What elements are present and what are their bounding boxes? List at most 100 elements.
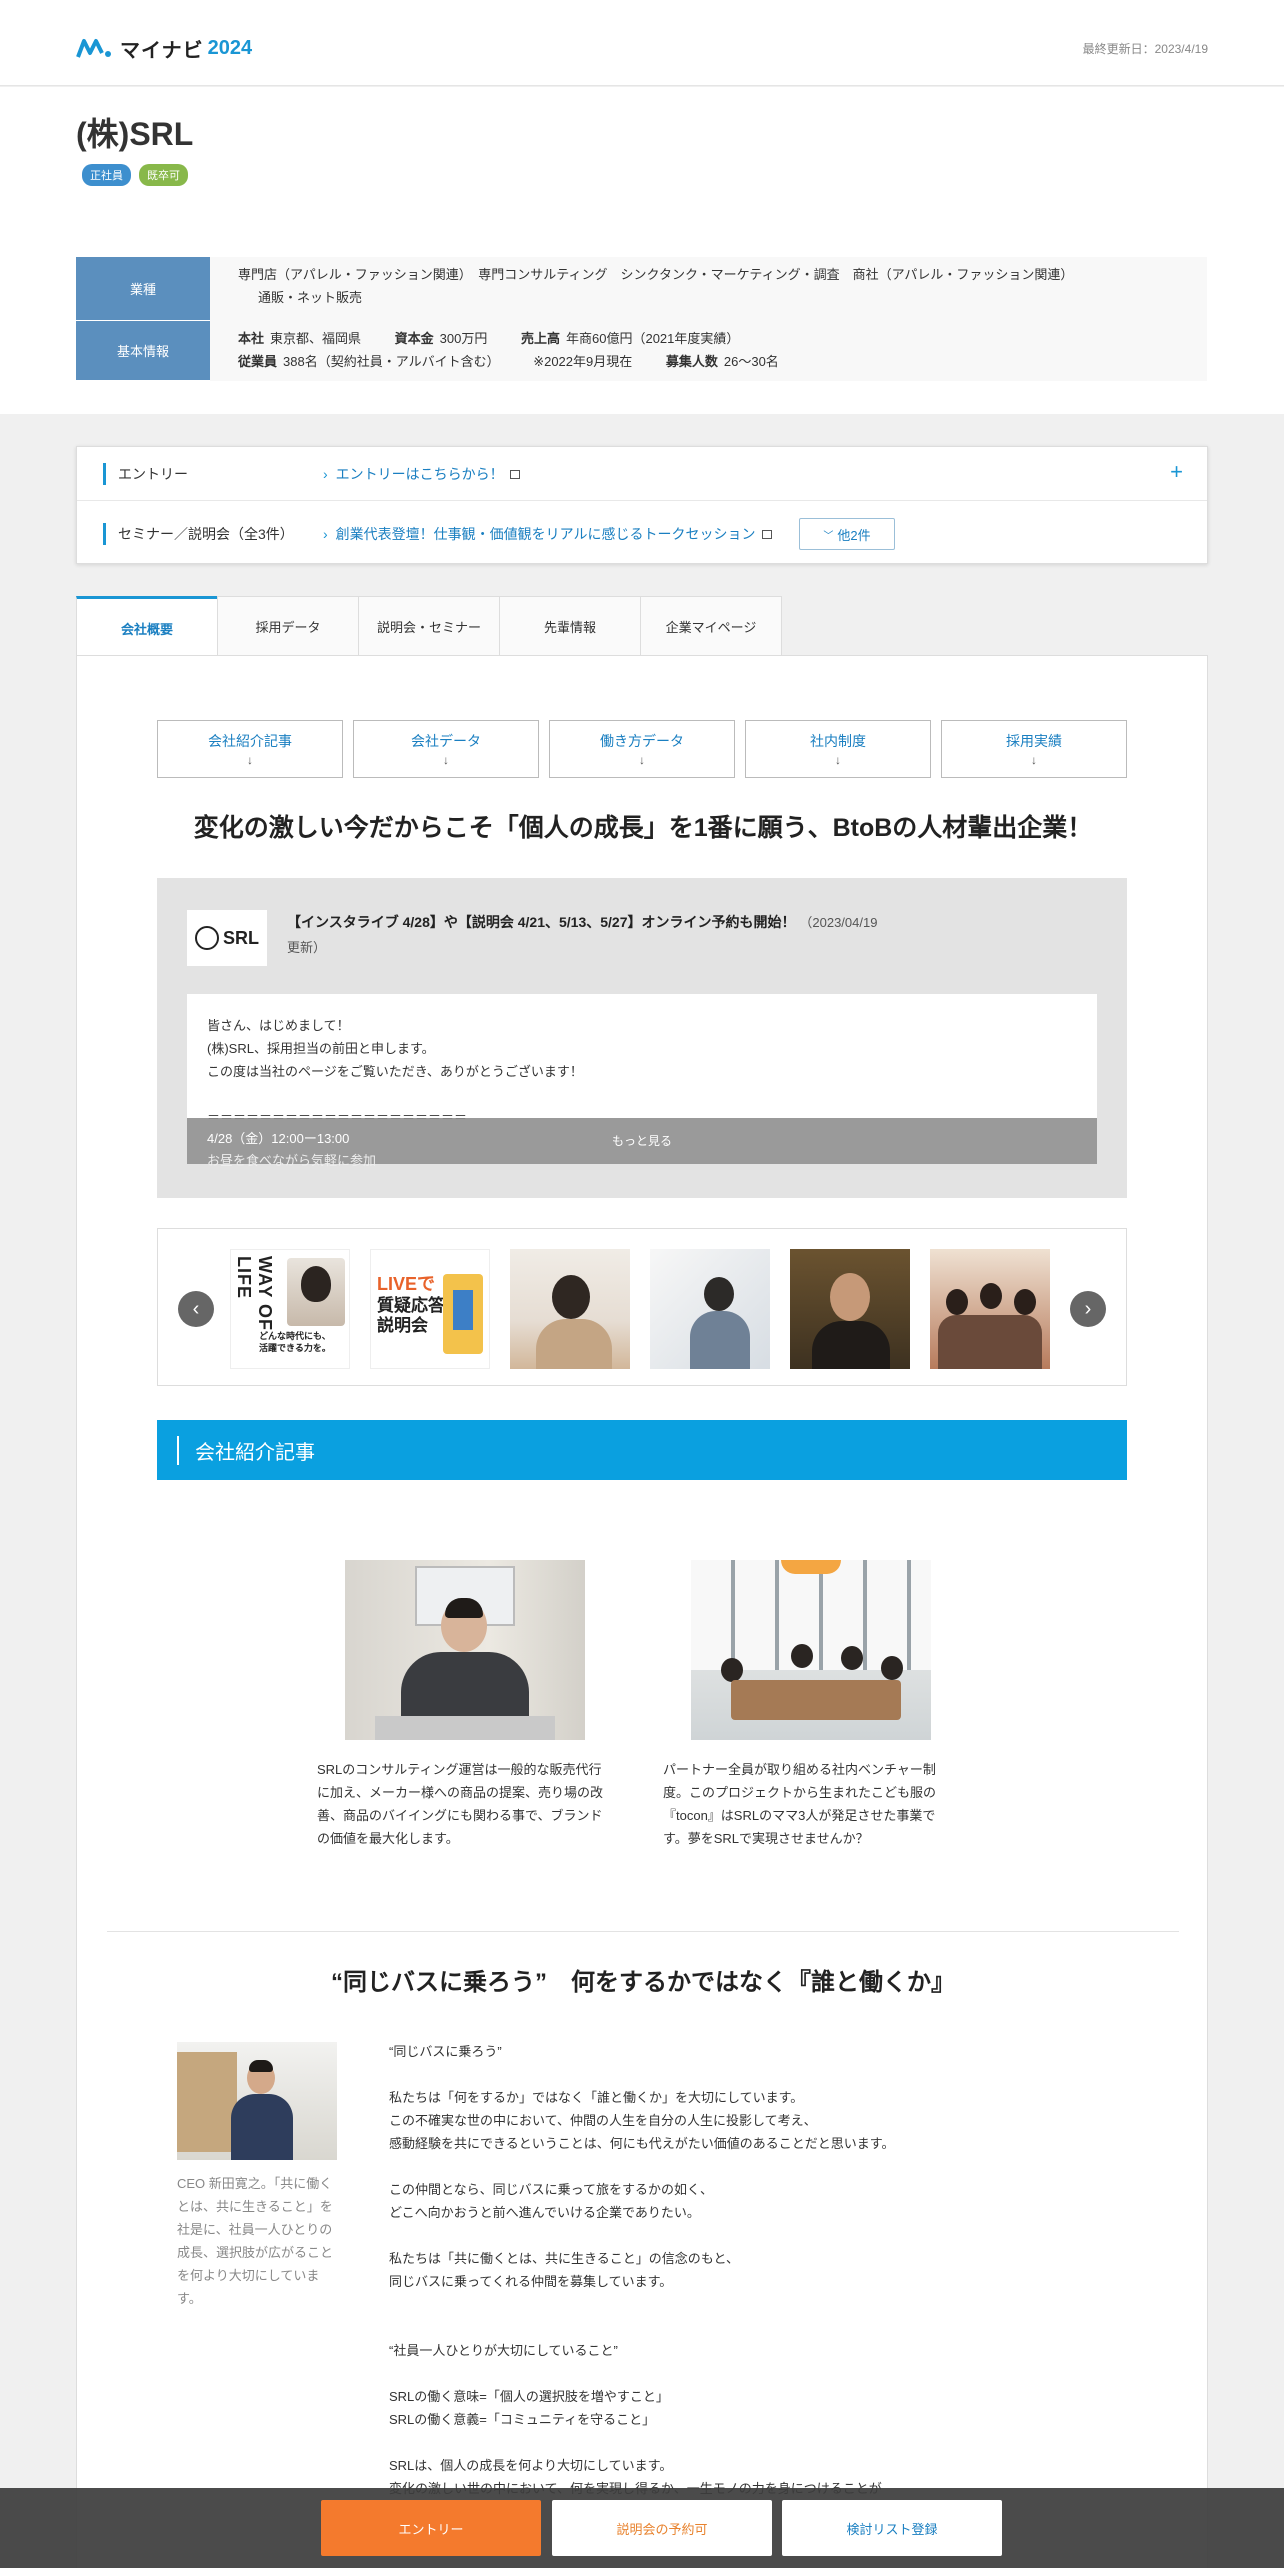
photo-carousel: ‹ WAY OF LIFE どんな時代にも、 活躍できる力を。 LIVEで 質疑応… — [157, 1228, 1127, 1386]
catch-copy: 変化の激しい今だからこそ「個人の成長」を1番に願う、BtoBの人材輩出企業！ — [193, 814, 1093, 842]
carousel-image-staff-smile[interactable] — [510, 1249, 630, 1369]
carousel-images: WAY OF LIFE どんな時代にも、 活躍できる力を。 LIVEで 質疑応答説… — [230, 1249, 1050, 1369]
qa-title-line-1: 質疑応答 — [377, 1296, 445, 1315]
arrow-down-icon: ↓ — [443, 753, 449, 767]
article-text: SRLのコンサルティング運営は一般的な販売代行に加え、メーカー様への商品の提案、… — [317, 1762, 604, 1846]
anchor-label: 働き方データ — [600, 733, 684, 749]
message-line — [389, 2063, 1169, 2086]
badge-list: 正社員 既卒可 — [82, 164, 188, 186]
hiring-value: 26～30名 — [723, 354, 779, 369]
entry-label: エントリー — [103, 462, 188, 485]
hiring-label: 募集人数 — [665, 354, 718, 369]
message-line: “社員一人ひとりが大切にしていること” — [389, 2343, 618, 2358]
tab-recruit-data[interactable]: 採用データ — [217, 596, 359, 656]
arrow-down-icon: ↓ — [247, 753, 253, 767]
message-line — [389, 2155, 1169, 2178]
mynavi-logo[interactable]: マイナビ 2024 — [76, 36, 253, 62]
seminar-reserve-button[interactable]: 説明会の予約可 — [552, 2500, 772, 2556]
carousel-image-way-of-life[interactable]: WAY OF LIFE どんな時代にも、 活躍できる力を。 — [230, 1249, 350, 1369]
anchor-label: 社内制度 — [810, 733, 866, 749]
message-line: どこへ向かおうと前へ進んでいける企業でありたい。 — [389, 2205, 700, 2220]
arrow-down-icon: ↓ — [639, 753, 645, 767]
qa-title: 質疑応答 説明会 — [377, 1296, 445, 1336]
read-more-label: もっと見る — [611, 1134, 672, 1148]
carousel-image-staff-portrait[interactable] — [790, 1249, 910, 1369]
caption-line-2: 活躍できる力を。 — [259, 1343, 331, 1353]
anchor-hiring-results[interactable]: 採用実績 ↓ — [941, 720, 1127, 778]
section-heading-articles: 会社紹介記事 — [157, 1420, 1127, 1480]
qa-title-line-2: 説明会 — [377, 1316, 428, 1335]
srl-logo-text: SRL — [223, 927, 259, 948]
bottom-action-bar: エントリー 説明会の予約可 検討リスト登録 — [0, 2488, 1284, 2568]
anchor-articles[interactable]: 会社紹介記事 ↓ — [157, 720, 343, 778]
message-line: “同じバスに乗ろう” — [389, 2044, 502, 2059]
external-link-icon — [761, 530, 772, 539]
tab-company-mypage[interactable]: 企業マイページ — [640, 596, 782, 656]
seminar-link[interactable]: 創業代表登壇！仕事観・価値観をリアルに感じるトークセッション — [323, 524, 772, 544]
anchor-company-data[interactable]: 会社データ ↓ — [353, 720, 539, 778]
entry-link[interactable]: エントリーはこちらから！ — [323, 464, 520, 484]
carousel-image-live-qa[interactable]: LIVEで 質疑応答 説明会 — [370, 1249, 490, 1369]
more-seminars-button[interactable]: ﹀ 他2件 — [799, 518, 895, 550]
blog-title-text: 【インスタライブ 4/28】や【説明会 4/21、5/13、5/27】オンライン… — [287, 914, 796, 930]
tab-seniors[interactable]: 先輩情報 — [499, 596, 641, 656]
message-line: SRLの働く意義=「コミュニティを守ること」 — [389, 2412, 656, 2427]
industry-row: 業種 専門店（アパレル・ファッション関連） 専門コンサルティング シンクタンク・… — [76, 257, 1207, 321]
hq-value: 東京都、福岡県 — [270, 331, 362, 346]
add-to-list-button[interactable]: 検討リスト登録 — [782, 2500, 1002, 2556]
blog-line: 皆さん、はじめまして！ — [207, 1018, 350, 1033]
entry-button[interactable]: エントリー — [321, 2500, 541, 2556]
chevron-down-icon: ﹀ — [823, 530, 834, 542]
basic-info-line-2: 従業員 388名（契約社員・アルバイト含む） ※2022年9月現在 募集人数 26～… — [238, 350, 1179, 373]
capital-value: 300万円 — [439, 331, 488, 346]
blog-line: (株)SRL、採用担当の前田と申します。 — [207, 1041, 435, 1056]
message-line — [389, 2224, 1169, 2247]
tab-company-overview[interactable]: 会社概要 — [76, 596, 218, 657]
carousel-image-team[interactable] — [930, 1249, 1050, 1369]
live-text: LIVEで — [377, 1274, 436, 1294]
message-line: この不確実な世の中において、仲間の人生を自分の人生に投影して考え、 — [389, 2113, 817, 2128]
anchor-workstyle-data[interactable]: 働き方データ ↓ — [549, 720, 735, 778]
carousel-image-staff-talk[interactable] — [650, 1249, 770, 1369]
blog-fade-line-2: お昼を食べながら気軽に参加 — [207, 1153, 377, 1168]
srl-logo-circle-icon — [195, 926, 219, 950]
article-card[interactable]: パートナー全員が取り組める社内ベンチャー制度。このプロジェクトから生まれたこども… — [663, 1560, 959, 1850]
anchor-benefits[interactable]: 社内制度 ↓ — [745, 720, 931, 778]
entry-row: エントリー エントリーはこちらから！ — [77, 447, 1207, 501]
hq-label: 本社 — [238, 331, 265, 346]
industry-line-2: 通販・ネット販売 — [258, 290, 363, 305]
blog-date: （2023/04/19 — [799, 915, 878, 930]
carousel-next-button[interactable]: › — [1070, 1291, 1106, 1327]
message-line: 同じバスに乗ってくれる仲間を募集しています。 — [389, 2274, 673, 2289]
message-line — [389, 2316, 1169, 2339]
article-card[interactable]: SRLのコンサルティング運営は一般的な販売代行に加え、メーカー様への商品の提案、… — [317, 1560, 613, 1850]
company-overview-panel: 会社紹介記事 ↓ 会社データ ↓ 働き方データ ↓ 社内制度 ↓ 採用実績 ↓ 変化の激し… — [76, 655, 1208, 2568]
blog-date-suffix: 更新） — [287, 940, 327, 955]
entry-link-text: エントリーはこちらから！ — [335, 465, 504, 482]
tab-bar: 会社概要 採用データ 説明会・セミナー 先輩情報 企業マイページ — [76, 596, 782, 657]
message-line: この仲間となら、同じバスに乗って旅をするかの如く、 — [389, 2182, 713, 2197]
company-name: (株)SRL — [76, 116, 194, 152]
more-seminars-label: 他2件 — [837, 527, 871, 543]
employees-note: ※2022年9月現在 — [533, 354, 633, 369]
logo-year: 2024 — [207, 36, 253, 59]
carousel-prev-button[interactable]: ‹ — [178, 1291, 214, 1327]
message-line — [389, 2431, 1169, 2454]
anchor-nav: 会社紹介記事 ↓ 会社データ ↓ 働き方データ ↓ 社内制度 ↓ 採用実績 ↓ — [157, 720, 1127, 778]
ceo-message: “同じバスに乗ろう” 私たちは「何をするか」ではなく「誰と働くか」を大切にしてい… — [389, 2040, 1169, 2500]
expand-plus-icon[interactable]: + — [1170, 459, 1183, 485]
catch-copy-2: “同じバスに乗ろう” 何をするかではなく『誰と働くか』 — [331, 1969, 955, 1996]
way-of-life-caption: どんな時代にも、 活躍できる力を。 — [259, 1330, 331, 1354]
seminar-label: セミナー／説明会（全3件） — [103, 523, 294, 545]
message-line: SRLの働く意味=「個人の選択肢を増やすこと」 — [389, 2389, 669, 2404]
company-info-table: 業種 専門店（アパレル・ファッション関連） 専門コンサルティング シンクタンク・… — [76, 257, 1207, 381]
badge-fulltime: 正社員 — [82, 164, 131, 186]
last-updated: 最終更新日：2023/4/19 — [1082, 42, 1208, 56]
seminar-link-text: 創業代表登壇！仕事観・価値観をリアルに感じるトークセッション — [335, 526, 756, 542]
message-line — [389, 2293, 1169, 2316]
blog-read-more[interactable]: 4/28（金）12:00ー13:00 もっと見る お昼を食べながら気軽に参加 — [187, 1118, 1097, 1168]
anchor-label: 会社紹介記事 — [208, 733, 292, 749]
message-line: SRLは、個人の成長を何より大切にしています。 — [389, 2458, 673, 2473]
tab-seminars[interactable]: 説明会・セミナー — [358, 596, 500, 656]
employees-value: 388名（契約社員・アルバイト含む） — [283, 354, 500, 369]
